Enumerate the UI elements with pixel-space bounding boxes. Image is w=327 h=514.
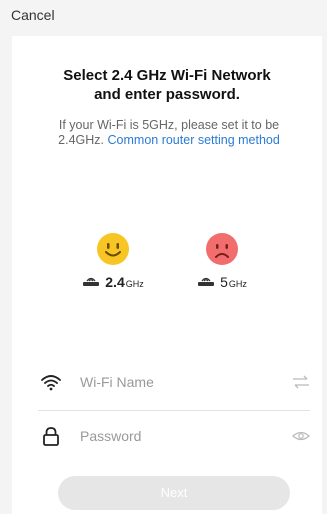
router-setting-link[interactable]: Common router setting method xyxy=(108,133,280,147)
eye-icon[interactable] xyxy=(292,429,310,443)
router-icon xyxy=(82,275,100,290)
swap-icon[interactable] xyxy=(292,375,310,389)
title-line-1: Select 2.4 GHz Wi-Fi Network xyxy=(63,67,271,84)
band-5-unit: GHz xyxy=(228,279,247,289)
lock-icon xyxy=(40,426,62,446)
password-input[interactable]: Password xyxy=(80,428,292,444)
page-title: Select 2.4 GHz Wi-Fi Network and enter p… xyxy=(12,66,322,104)
band-24-value: 2.4 xyxy=(105,274,125,290)
happy-face-icon xyxy=(96,232,130,266)
band-24-unit: GHz xyxy=(125,279,144,289)
band-5ghz: 5 GHz xyxy=(192,232,252,290)
password-field[interactable]: Password xyxy=(40,421,310,451)
field-divider xyxy=(38,410,310,411)
band-24-label: 2.4 GHz xyxy=(82,274,144,290)
next-button[interactable]: Next xyxy=(58,476,290,510)
title-line-2: and enter password. xyxy=(94,86,240,103)
router-icon xyxy=(197,275,215,290)
band-5-label: 5 GHz xyxy=(192,274,252,290)
wifi-name-field[interactable]: Wi-Fi Name xyxy=(40,367,310,397)
description: If your Wi-Fi is 5GHz, please set it to … xyxy=(44,118,294,148)
band-24ghz: 2.4 GHz xyxy=(82,232,144,290)
wifi-setup-card: Select 2.4 GHz Wi-Fi Network and enter p… xyxy=(12,36,322,514)
band-5-value: 5 xyxy=(220,274,228,290)
top-bar: Cancel xyxy=(0,0,327,32)
cancel-button[interactable]: Cancel xyxy=(11,7,55,23)
sad-face-icon xyxy=(205,232,239,266)
wifi-icon xyxy=(40,372,62,392)
wifi-name-input[interactable]: Wi-Fi Name xyxy=(80,374,292,390)
